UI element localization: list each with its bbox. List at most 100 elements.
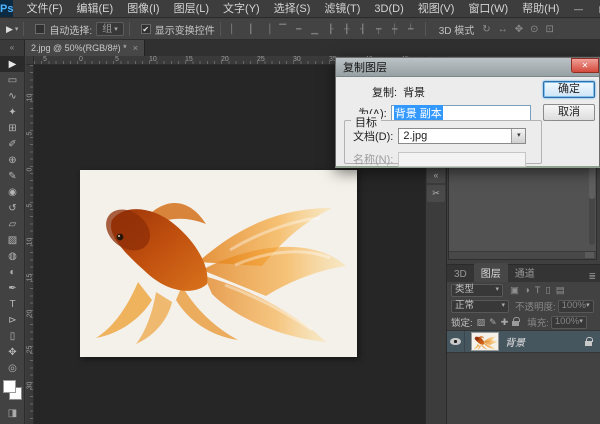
tab-channels[interactable]: 通道 — [508, 263, 542, 282]
threed-pan-icon[interactable]: ✥ — [515, 24, 523, 35]
filter-type-icon[interactable]: T — [535, 285, 541, 296]
tools-preset-icon[interactable]: ✂ — [427, 185, 445, 202]
filter-type-dropdown[interactable]: 类型▾ — [451, 284, 503, 297]
menu-layer[interactable]: 图层(L) — [167, 0, 216, 18]
align-left-icon[interactable]: ▏ — [229, 24, 241, 35]
tab-layers[interactable]: 图层 — [474, 263, 508, 282]
align-v-center-icon[interactable]: ━ — [293, 24, 305, 35]
menu-file[interactable]: 文件(F) — [19, 0, 69, 18]
menu-type[interactable]: 文字(Y) — [216, 0, 267, 18]
history-brush-tool[interactable]: ↺ — [0, 200, 25, 216]
lasso-tool[interactable]: ∿ — [0, 88, 25, 104]
menu-3d[interactable]: 3D(D) — [367, 0, 410, 18]
quick-selection-tool[interactable]: ✦ — [0, 104, 25, 120]
layer-thumbnail[interactable] — [471, 332, 499, 351]
lock-fill-row: 锁定: ▨ ✎ ✚ 填充: 100%▾ — [447, 314, 600, 330]
menu-bar: Ps 文件(F) 编辑(E) 图像(I) 图层(L) 文字(Y) 选择(S) 滤… — [0, 0, 600, 18]
marquee-tool[interactable]: ▭ — [0, 72, 25, 88]
tool-preset-caret-icon[interactable]: ▾ — [15, 25, 19, 33]
distribute-bottom-icon[interactable]: ┨ — [357, 24, 369, 35]
distribute-left-icon[interactable]: ┯ — [373, 24, 385, 35]
blur-tool[interactable]: ◍ — [0, 248, 25, 264]
zoom-tool[interactable]: ◎ — [0, 360, 25, 376]
lock-all-icon[interactable] — [512, 321, 519, 326]
shape-tool[interactable]: ▯ — [0, 328, 25, 344]
filter-adjustment-icon[interactable]: ◑ — [524, 285, 530, 296]
brush-tool[interactable]: ✎ — [0, 168, 25, 184]
gradient-tool[interactable]: ▨ — [0, 232, 25, 248]
dialog-close-icon[interactable]: ✕ — [571, 58, 599, 73]
type-tool[interactable]: T — [0, 296, 25, 312]
menu-edit[interactable]: 编辑(E) — [70, 0, 121, 18]
minimize-icon[interactable]: — — [566, 1, 590, 17]
spot-healing-brush-tool[interactable]: ⊕ — [0, 152, 25, 168]
tab-close-icon[interactable]: × — [133, 40, 138, 56]
layer-visibility-cell[interactable] — [447, 331, 465, 352]
auto-select-checkbox[interactable] — [35, 24, 45, 34]
clone-stamp-tool[interactable]: ◉ — [0, 184, 25, 200]
as-name-input[interactable]: 背景 副本 — [391, 105, 531, 121]
eyedropper-tool[interactable]: ✐ — [0, 136, 25, 152]
menu-select[interactable]: 选择(S) — [267, 0, 318, 18]
opacity-value[interactable]: 100%▾ — [558, 300, 594, 313]
filter-smart-object-icon[interactable]: ▤ — [556, 285, 565, 296]
auto-select-label: 自动选择: — [49, 22, 92, 37]
hand-tool[interactable]: ✥ — [0, 344, 25, 360]
threed-slide-icon[interactable]: ⊙ — [530, 24, 538, 35]
panel-menu-icon[interactable]: ≣ — [588, 271, 596, 282]
lasso-icon: ∿ — [8, 91, 16, 102]
distribute-h-center-icon[interactable]: ┿ — [389, 24, 401, 35]
foreground-color-swatch[interactable] — [3, 380, 16, 393]
threed-roll-icon[interactable]: ↔ — [498, 24, 508, 35]
panel-scrollbar[interactable] — [589, 165, 595, 245]
quick-mask-icon[interactable]: ◨ — [0, 408, 25, 419]
menu-filter[interactable]: 滤镜(T) — [317, 0, 367, 18]
crop-icon: ⊞ — [8, 123, 16, 134]
expand-panels-icon[interactable]: « — [427, 166, 445, 183]
brush-icon: ✎ — [8, 171, 16, 182]
threed-mode-icons: ↻ ↔ ✥ ⊙ ⊡ — [482, 24, 554, 35]
menu-window[interactable]: 窗口(W) — [461, 0, 515, 18]
pen-tool[interactable]: ✒ — [0, 280, 25, 296]
menu-image[interactable]: 图像(I) — [120, 0, 166, 18]
show-transform-checkbox[interactable]: ✔ — [141, 24, 151, 34]
cancel-button[interactable]: 取消 — [543, 104, 595, 121]
align-bottom-icon[interactable]: ▁ — [309, 24, 321, 35]
dialog-title-bar[interactable]: 复制图层 — [336, 58, 599, 77]
dodge-tool[interactable]: ◐ — [0, 264, 25, 280]
lock-position-icon[interactable]: ✚ — [501, 317, 509, 328]
filter-shape-icon[interactable]: ▯ — [546, 285, 551, 296]
threed-scale-icon[interactable]: ⊡ — [545, 24, 553, 35]
toolbar-collapse-icon[interactable]: « — [0, 40, 25, 56]
lock-image-icon[interactable]: ✎ — [489, 317, 497, 328]
eraser-tool[interactable]: ▱ — [0, 216, 25, 232]
layer-name[interactable]: 背景 — [505, 334, 525, 349]
crop-tool[interactable]: ⊞ — [0, 120, 25, 136]
fill-value[interactable]: 100%▾ — [551, 316, 587, 329]
window-controls: — ▢ ✕ — [566, 1, 600, 17]
auto-select-target-dropdown[interactable]: 组▾ — [96, 22, 124, 36]
lock-label: 锁定: — [451, 315, 473, 329]
document-dropdown[interactable]: 2.jpg ▾ — [398, 128, 526, 144]
blend-mode-dropdown[interactable]: 正常▾ — [451, 300, 509, 313]
move-tool[interactable]: ▶ — [0, 56, 25, 72]
align-right-icon[interactable]: ▕ — [261, 24, 273, 35]
distribute-right-icon[interactable]: ┷ — [405, 24, 417, 35]
distribute-v-center-icon[interactable]: ╂ — [341, 24, 353, 35]
ok-button[interactable]: 确定 — [543, 81, 595, 98]
tab-3d[interactable]: 3D — [447, 267, 474, 282]
align-h-center-icon[interactable]: ┃ — [245, 24, 257, 35]
document-tab[interactable]: 2.jpg @ 50%(RGB/8#) * × — [25, 40, 145, 56]
threed-rotate-icon[interactable]: ↻ — [482, 24, 490, 35]
layer-row-background[interactable]: 背景 — [447, 330, 600, 353]
lock-icons: ▨ ✎ ✚ — [477, 317, 509, 328]
lock-transparency-icon[interactable]: ▨ — [477, 317, 486, 328]
maximize-icon[interactable]: ▢ — [590, 1, 600, 17]
filter-pixel-icon[interactable]: ▣ — [510, 285, 519, 296]
align-top-icon[interactable]: ▔ — [277, 24, 289, 35]
name-label: 名称(N): — [353, 151, 393, 167]
path-selection-tool[interactable]: ⊳ — [0, 312, 25, 328]
menu-view[interactable]: 视图(V) — [411, 0, 462, 18]
menu-help[interactable]: 帮助(H) — [515, 0, 566, 18]
distribute-top-icon[interactable]: ┠ — [325, 24, 337, 35]
